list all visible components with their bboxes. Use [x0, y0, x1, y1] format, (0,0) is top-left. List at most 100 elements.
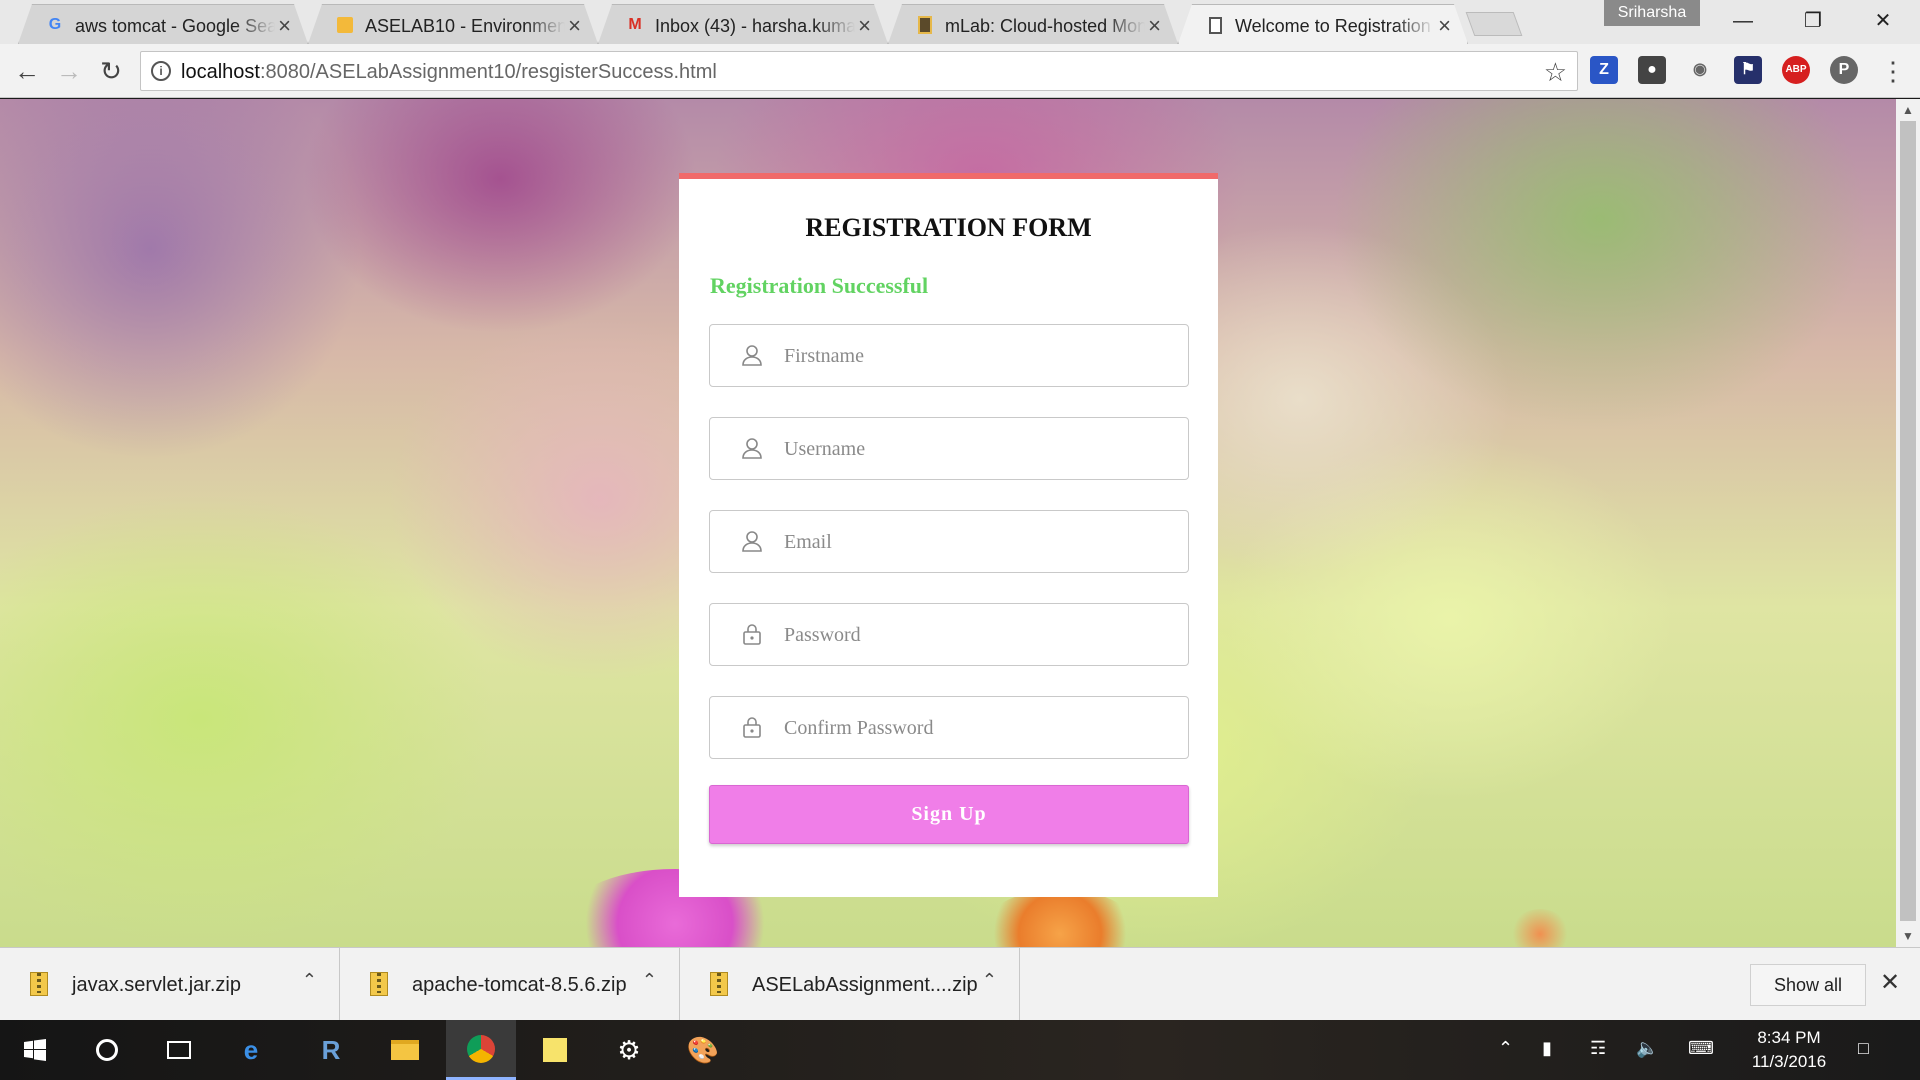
adblock-extension-icon[interactable]: ABP [1782, 56, 1810, 84]
close-shelf-icon[interactable]: ✕ [1880, 968, 1900, 997]
download-item[interactable]: javax.servlet.jar.zip ⌃ [0, 948, 340, 1021]
zip-file-icon [370, 972, 388, 996]
windows-taskbar: e R ⚙ 🎨 ⌃ ▮ ☶ 🔈 ⌨ 8:34 PM 11/3/2016 □ [0, 1020, 1920, 1080]
download-filename: ASELabAssignment....zip [752, 974, 978, 996]
chevron-up-icon[interactable]: ⌃ [1498, 1038, 1513, 1059]
file-explorer-icon[interactable] [370, 1020, 440, 1080]
info-icon[interactable]: i [151, 61, 171, 81]
user-icon [742, 345, 762, 366]
sticky-notes-icon[interactable] [520, 1020, 590, 1080]
notifications-icon[interactable]: □ [1858, 1038, 1869, 1059]
address-bar[interactable]: i localhost:8080/ASELabAssignment10/resg… [140, 51, 1578, 91]
close-window-icon[interactable]: ✕ [1860, 6, 1906, 36]
firstname-input[interactable] [784, 339, 1164, 373]
lightbulb-extension-icon[interactable]: ● [1638, 56, 1666, 84]
windows-start-icon[interactable] [0, 1020, 70, 1080]
aws-box-icon [335, 15, 355, 35]
cortana-search-icon[interactable] [72, 1020, 142, 1080]
edge-browser-icon[interactable]: e [216, 1020, 286, 1080]
clock-time: 8:34 PM [1757, 1028, 1821, 1047]
menu-icon[interactable]: ⋮ [1878, 56, 1908, 86]
password-field[interactable] [709, 603, 1189, 666]
chevron-up-icon[interactable]: ⌃ [982, 970, 997, 991]
tab-title: mLab: Cloud-hosted MongoDB [945, 16, 1145, 36]
vertical-scrollbar[interactable]: ▲ ▼ [1896, 99, 1920, 947]
username-field[interactable] [709, 417, 1189, 480]
tab-title: ASELAB10 - Environment [365, 16, 565, 36]
task-view-icon[interactable] [144, 1020, 214, 1080]
tab-title: Inbox (43) - harsha.kumar [655, 16, 855, 36]
mlab-icon [915, 15, 935, 35]
flower-decoration [1510, 909, 1570, 947]
sign-up-button[interactable]: Sign Up [709, 785, 1189, 844]
download-item[interactable]: ASELabAssignment....zip ⌃ [680, 948, 1020, 1021]
wifi-icon[interactable]: ☶ [1590, 1038, 1606, 1059]
volume-icon[interactable]: 🔈 [1636, 1038, 1658, 1059]
system-clock[interactable]: 8:34 PM 11/3/2016 [1734, 1026, 1844, 1074]
battery-icon[interactable]: ▮ [1542, 1038, 1552, 1059]
flower-decoration [980, 889, 1140, 947]
chevron-up-icon[interactable]: ⌃ [302, 970, 317, 991]
email-input[interactable] [784, 525, 1164, 559]
firstname-field[interactable] [709, 324, 1189, 387]
username-input[interactable] [784, 432, 1164, 466]
restore-icon[interactable]: ❐ [1790, 6, 1836, 36]
back-icon[interactable]: ← [12, 56, 42, 86]
camera-extension-icon[interactable]: ◉ [1686, 56, 1714, 84]
close-tab-icon[interactable]: × [278, 13, 291, 39]
close-tab-icon[interactable]: × [858, 13, 871, 39]
lock-icon [743, 717, 761, 738]
user-icon [742, 531, 762, 552]
flag-extension-icon[interactable]: ⚑ [1734, 56, 1762, 84]
tab-aselab10-environment[interactable]: ASELAB10 - Environment × [308, 4, 598, 44]
registration-card: REGISTRATION FORM Registration Successfu… [679, 173, 1218, 897]
new-tab-button[interactable] [1465, 12, 1523, 36]
tab-google-search[interactable]: G aws tomcat - Google Search × [18, 4, 308, 44]
page-viewport: REGISTRATION FORM Registration Successfu… [0, 99, 1896, 947]
scrollbar-thumb[interactable] [1900, 121, 1916, 921]
forward-icon[interactable]: → [54, 56, 84, 86]
zotero-extension-icon[interactable]: Z [1590, 56, 1618, 84]
reload-icon[interactable]: ↻ [96, 56, 126, 86]
tab-gmail-inbox[interactable]: M Inbox (43) - harsha.kumar × [598, 4, 888, 44]
bookmark-star-icon[interactable]: ☆ [1544, 57, 1567, 88]
chevron-up-icon[interactable]: ⌃ [642, 970, 657, 991]
scroll-down-icon[interactable]: ▼ [1902, 929, 1914, 943]
url-path: :8080/ASELabAssignment10/resgisterSucces… [259, 61, 717, 83]
confirm-password-input[interactable] [784, 711, 1164, 745]
settings-gear-icon[interactable]: ⚙ [594, 1020, 664, 1080]
tab-mlab[interactable]: mLab: Cloud-hosted MongoDB × [888, 4, 1178, 44]
email-field[interactable] [709, 510, 1189, 573]
confirm-password-field[interactable] [709, 696, 1189, 759]
download-filename: apache-tomcat-8.5.6.zip [412, 974, 627, 996]
google-icon: G [48, 16, 62, 33]
password-input[interactable] [784, 618, 1164, 652]
zip-file-icon [30, 972, 48, 996]
url-host: localhost [181, 61, 260, 83]
show-all-button[interactable]: Show all [1750, 964, 1866, 1006]
p-extension-icon[interactable]: P [1830, 56, 1858, 84]
paint-icon[interactable]: 🎨 [668, 1020, 738, 1080]
keyboard-icon[interactable]: ⌨ [1688, 1038, 1714, 1059]
tab-title: Welcome to Registration [1235, 16, 1431, 36]
browser-toolbar: ← → ↻ i localhost:8080/ASELabAssignment1… [0, 44, 1920, 98]
close-tab-icon[interactable]: × [1148, 13, 1161, 39]
clock-date: 11/3/2016 [1751, 1052, 1827, 1071]
tab-welcome-registration[interactable]: Welcome to Registration × [1178, 4, 1468, 44]
close-tab-icon[interactable]: × [568, 13, 581, 39]
user-icon [742, 438, 762, 459]
profile-button[interactable]: Sriharsha [1604, 0, 1700, 26]
close-tab-icon[interactable]: × [1438, 13, 1451, 39]
status-message: Registration Successful [710, 273, 929, 298]
minimize-icon[interactable]: — [1720, 6, 1766, 36]
tab-title: aws tomcat - Google Search [75, 16, 275, 36]
zip-file-icon [710, 972, 728, 996]
chrome-icon[interactable] [446, 1020, 516, 1080]
download-shelf: javax.servlet.jar.zip ⌃ apache-tomcat-8.… [0, 947, 1920, 1021]
download-item[interactable]: apache-tomcat-8.5.6.zip ⌃ [340, 948, 680, 1021]
download-filename: javax.servlet.jar.zip [72, 974, 241, 996]
scroll-up-icon[interactable]: ▲ [1902, 103, 1914, 117]
url-text[interactable]: localhost:8080/ASELabAssignment10/resgis… [181, 61, 717, 84]
r-studio-icon[interactable]: R [296, 1020, 366, 1080]
form-title: REGISTRATION FORM [805, 213, 1092, 242]
